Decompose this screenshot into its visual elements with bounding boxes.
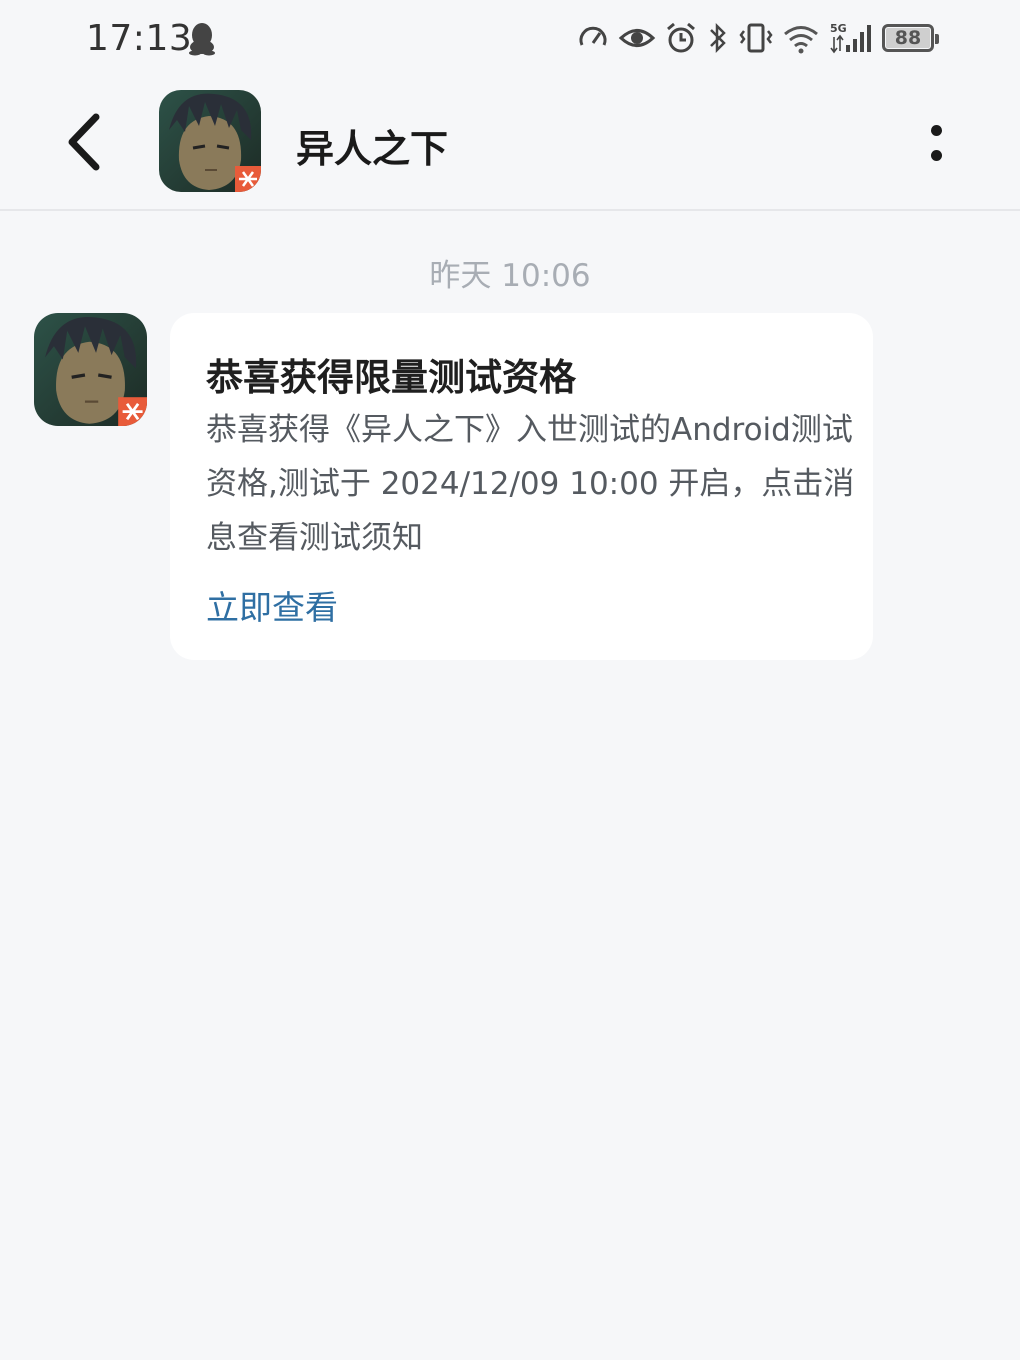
alarm-icon (667, 22, 695, 53)
message-body: 恭喜获得《异人之下》入世测试的Android测试资格,测试于 2024/12/0… (206, 412, 855, 556)
wifi-icon (784, 26, 818, 54)
signal-5g-icon: 5G (830, 22, 871, 54)
battery-icon: 88 (882, 24, 939, 52)
more-options-button[interactable] (916, 114, 956, 172)
view-now-link[interactable]: 立即查看 (206, 581, 338, 629)
qq-icon (189, 23, 215, 56)
more-vertical-icon-dot (930, 150, 942, 161)
eye-icon (618, 29, 656, 47)
speed-icon (579, 26, 607, 46)
bluetooth-icon (710, 22, 726, 54)
game-character-avatar-image (34, 313, 147, 426)
vibrate-icon (739, 23, 773, 53)
sender-avatar[interactable] (34, 313, 147, 426)
more-vertical-icon-dot (930, 125, 942, 136)
svg-text:5G: 5G (830, 22, 847, 35)
back-button[interactable] (56, 108, 112, 176)
back-arrow-icon (68, 113, 100, 171)
page-title: 异人之下 (296, 127, 449, 171)
message-card[interactable]: 恭喜获得限量测试资格 恭喜获得《异人之下》入世测试的Android测试资格,测试… (170, 313, 873, 660)
game-avatar[interactable] (159, 90, 261, 192)
battery-level: 88 (886, 28, 930, 48)
game-character-avatar-image (159, 90, 261, 192)
status-bar: 17:13 5G 88 (0, 0, 1020, 78)
message-timestamp: 昨天 10:06 (429, 258, 591, 294)
status-icons: 5G 88 (576, 20, 939, 56)
status-time: 17:13 (86, 18, 193, 59)
message-title: 恭喜获得限量测试资格 (206, 356, 576, 399)
chat-header: 异人之下 (0, 78, 1020, 211)
